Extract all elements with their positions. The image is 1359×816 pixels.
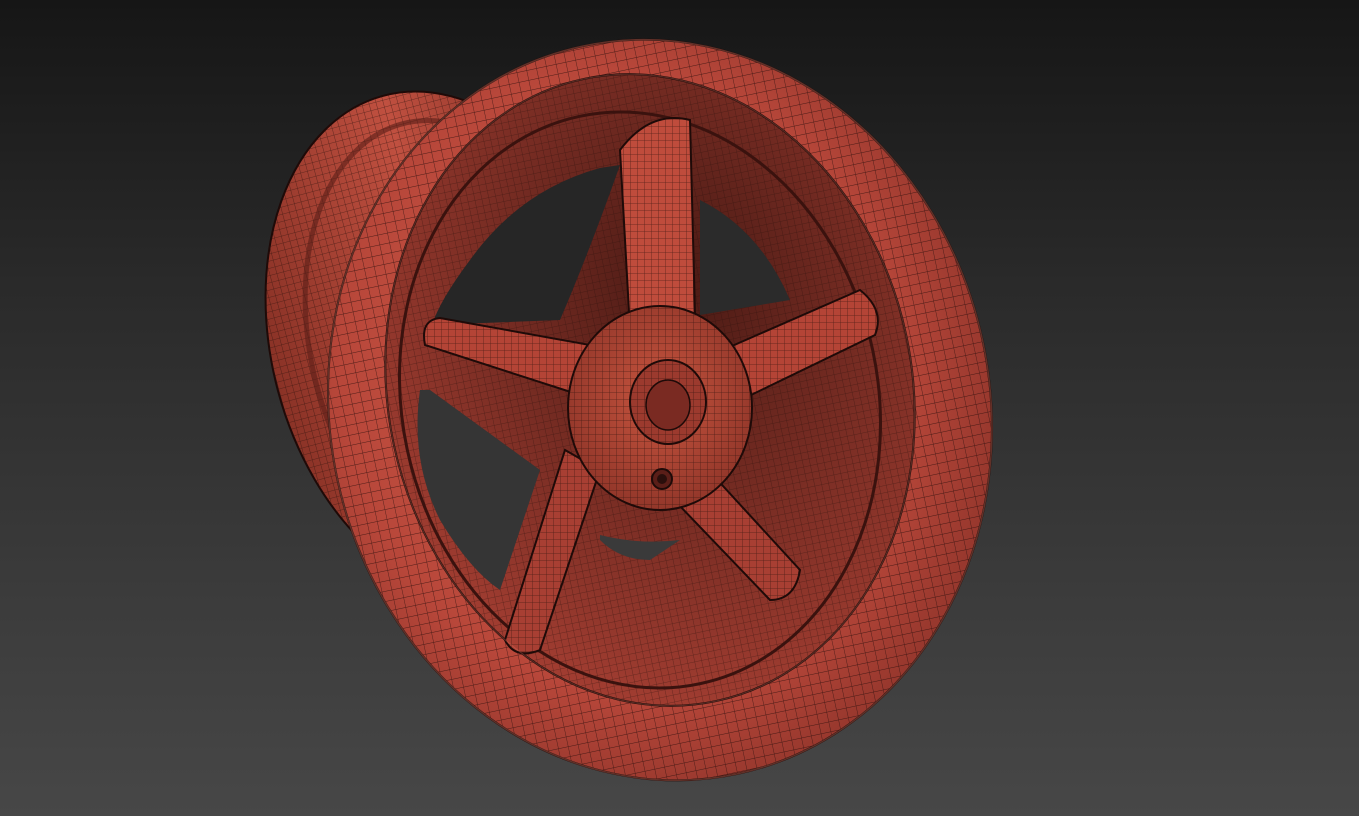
- 3d-viewport[interactable]: [0, 0, 1359, 816]
- wheel-model[interactable]: [0, 0, 1359, 816]
- hub: [567, 305, 753, 511]
